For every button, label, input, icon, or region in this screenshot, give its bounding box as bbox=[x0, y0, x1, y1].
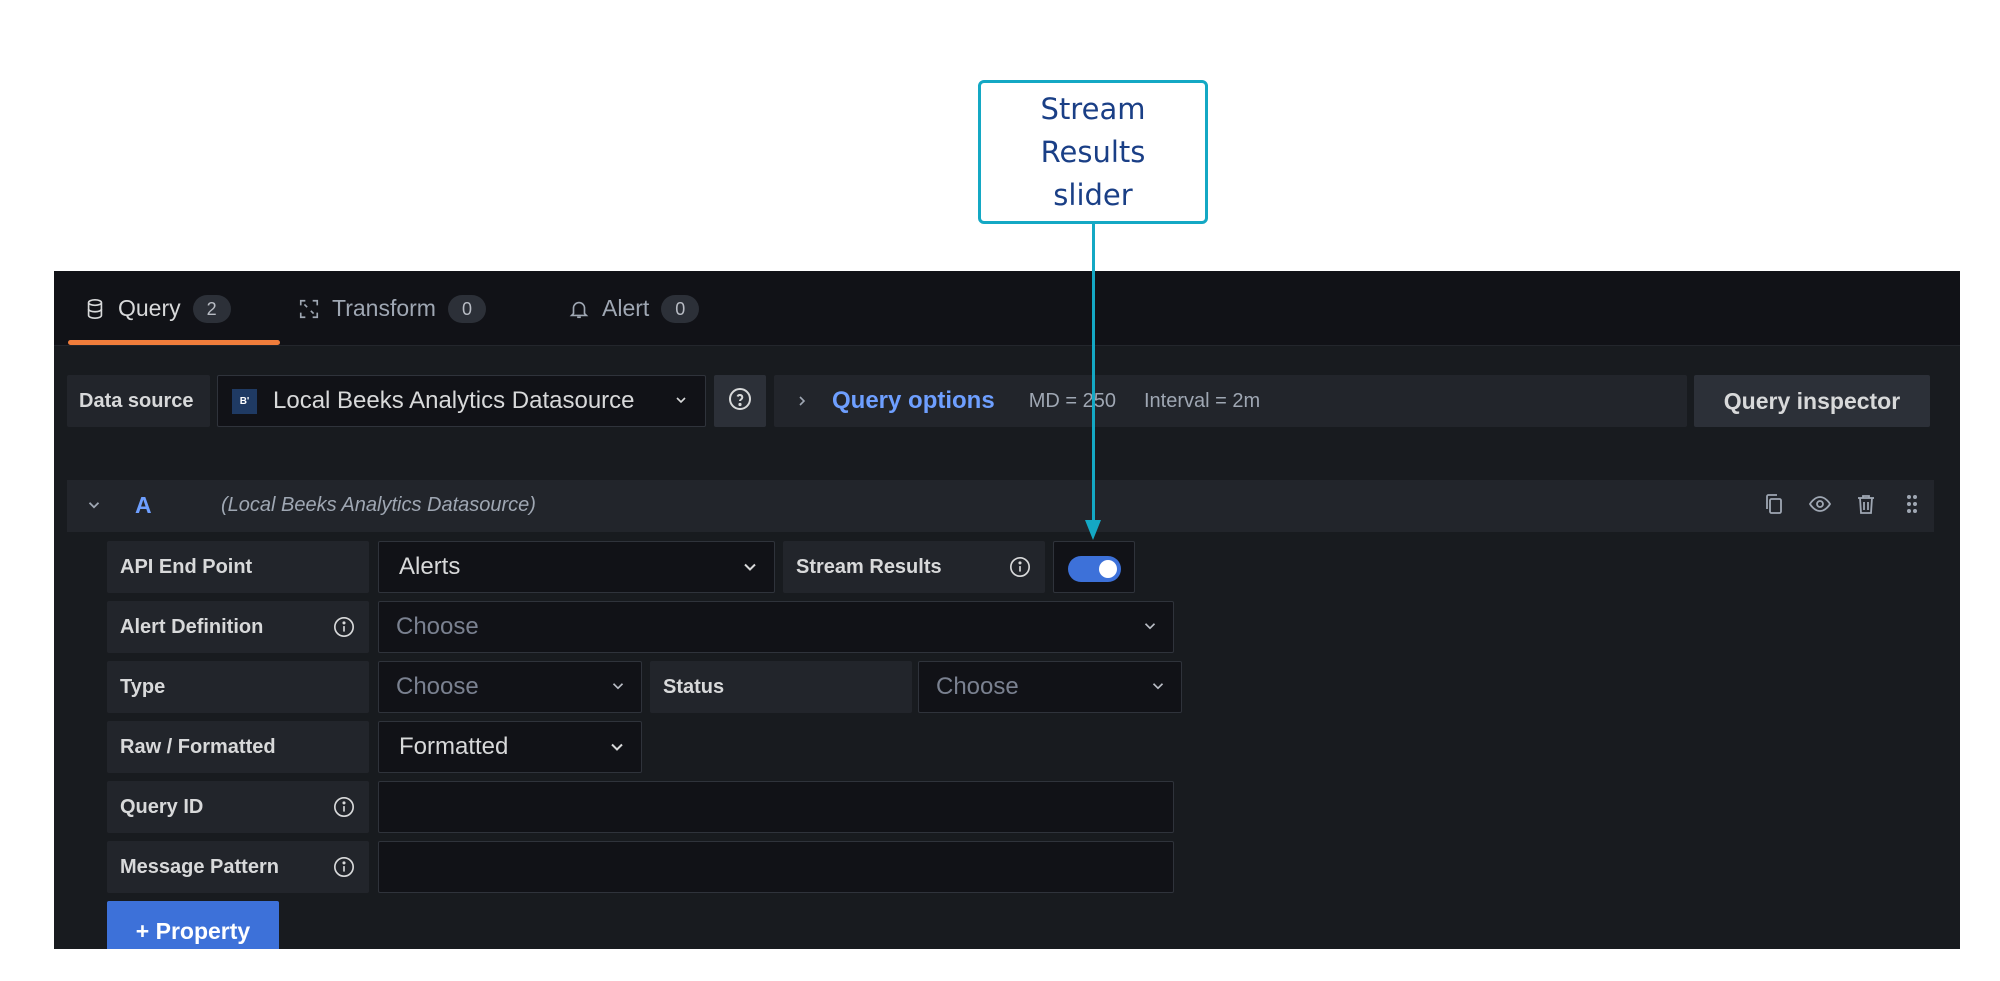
duplicate-icon[interactable] bbox=[1762, 492, 1786, 516]
raw-formatted-select[interactable]: Formatted bbox=[378, 721, 642, 773]
help-circle-icon bbox=[728, 387, 752, 416]
chevron-right-icon bbox=[794, 393, 810, 409]
status-placeholder: Choose bbox=[936, 673, 1019, 700]
raw-formatted-label-text: Raw / Formatted bbox=[120, 735, 276, 758]
message-pattern-label-text: Message Pattern bbox=[120, 855, 279, 878]
chevron-down-icon bbox=[740, 557, 760, 577]
alert-definition-placeholder: Choose bbox=[396, 613, 479, 640]
info-icon[interactable] bbox=[333, 616, 355, 638]
query-options-label: Query options bbox=[832, 387, 995, 414]
api-end-point-select[interactable]: Alerts bbox=[378, 541, 775, 593]
info-icon[interactable] bbox=[333, 796, 355, 818]
collapse-chevron-icon[interactable] bbox=[85, 496, 103, 514]
transform-icon bbox=[298, 298, 320, 320]
alert-definition-select[interactable]: Choose bbox=[378, 601, 1174, 653]
raw-formatted-value: Formatted bbox=[399, 733, 509, 760]
tab-query-label: Query bbox=[118, 295, 181, 321]
data-source-select[interactable]: B' Local Beeks Analytics Datasource bbox=[217, 375, 706, 427]
api-end-point-label: API End Point bbox=[107, 541, 369, 593]
editor-tabs: Query 2 Transform 0 Alert 0 bbox=[54, 271, 1960, 346]
stream-results-label-text: Stream Results bbox=[796, 555, 942, 578]
query-row-header[interactable]: A (Local Beeks Analytics Datasource) bbox=[67, 480, 1934, 532]
tab-transform[interactable]: Transform 0 bbox=[268, 271, 514, 346]
annotation-connector-line bbox=[1092, 224, 1095, 524]
info-icon[interactable] bbox=[1009, 556, 1031, 578]
tab-alert[interactable]: Alert 0 bbox=[538, 271, 727, 346]
api-end-point-value: Alerts bbox=[399, 553, 461, 580]
tab-transform-count: 0 bbox=[447, 294, 486, 323]
help-button[interactable] bbox=[714, 375, 766, 427]
chevron-down-icon bbox=[609, 677, 627, 695]
active-tab-indicator bbox=[68, 340, 280, 345]
query-options-bar[interactable]: Query options MD = 250 Interval = 2m bbox=[774, 375, 1687, 427]
query-datasource-name: (Local Beeks Analytics Datasource) bbox=[221, 494, 536, 516]
bell-icon bbox=[568, 298, 590, 320]
eye-icon[interactable] bbox=[1808, 492, 1832, 516]
interval-value: Interval = 2m bbox=[1143, 389, 1261, 412]
type-select[interactable]: Choose bbox=[378, 661, 642, 713]
tab-query[interactable]: Query 2 bbox=[54, 271, 259, 346]
info-icon[interactable] bbox=[333, 856, 355, 878]
trash-icon[interactable] bbox=[1854, 492, 1878, 516]
type-label: Type bbox=[107, 661, 369, 713]
query-inspector-button[interactable]: Query inspector bbox=[1694, 375, 1930, 427]
add-property-button[interactable]: + Property bbox=[107, 901, 279, 949]
database-icon bbox=[84, 298, 106, 320]
stream-results-switch-track[interactable] bbox=[1068, 556, 1121, 582]
data-source-value: Local Beeks Analytics Datasource bbox=[273, 387, 635, 414]
max-data-points: MD = 250 bbox=[1028, 389, 1116, 412]
query-id-input[interactable] bbox=[378, 781, 1174, 833]
tab-query-count: 2 bbox=[192, 294, 231, 323]
query-name[interactable]: A bbox=[135, 492, 152, 519]
annotation-arrowhead bbox=[1085, 520, 1101, 540]
alert-definition-label-text: Alert Definition bbox=[120, 615, 264, 638]
tab-transform-label: Transform bbox=[332, 295, 436, 321]
raw-formatted-label: Raw / Formatted bbox=[107, 721, 369, 773]
status-label: Status bbox=[650, 661, 912, 713]
query-row-actions bbox=[1762, 492, 1924, 516]
query-editor-panel: Query 2 Transform 0 Alert 0 Data source … bbox=[54, 271, 1960, 949]
type-placeholder: Choose bbox=[396, 673, 479, 700]
stream-results-toggle[interactable] bbox=[1053, 541, 1135, 593]
alert-definition-label: Alert Definition bbox=[107, 601, 369, 653]
stream-results-switch-knob bbox=[1099, 560, 1117, 578]
query-id-label-text: Query ID bbox=[120, 795, 204, 818]
annotation-text-line2: slider bbox=[1053, 177, 1133, 212]
chevron-down-icon bbox=[1149, 677, 1167, 695]
drag-handle-icon[interactable] bbox=[1900, 492, 1924, 516]
data-source-label: Data source bbox=[67, 375, 210, 427]
annotation-text-line1: Stream Results bbox=[1040, 91, 1146, 169]
type-label-text: Type bbox=[120, 675, 166, 698]
stream-results-label: Stream Results bbox=[783, 541, 1045, 593]
api-end-point-label-text: API End Point bbox=[120, 555, 253, 578]
status-label-text: Status bbox=[663, 675, 725, 698]
chevron-down-icon bbox=[607, 737, 627, 757]
chevron-down-icon bbox=[1141, 617, 1159, 635]
query-id-label: Query ID bbox=[107, 781, 369, 833]
chevron-down-icon bbox=[673, 387, 689, 415]
message-pattern-input[interactable] bbox=[378, 841, 1174, 893]
datasource-logo-icon: B' bbox=[232, 388, 257, 414]
tab-alert-count: 0 bbox=[661, 294, 700, 323]
status-select[interactable]: Choose bbox=[918, 661, 1182, 713]
message-pattern-label: Message Pattern bbox=[107, 841, 369, 893]
annotation-callout: Stream Results slider bbox=[978, 80, 1208, 224]
tab-alert-label: Alert bbox=[602, 295, 650, 321]
